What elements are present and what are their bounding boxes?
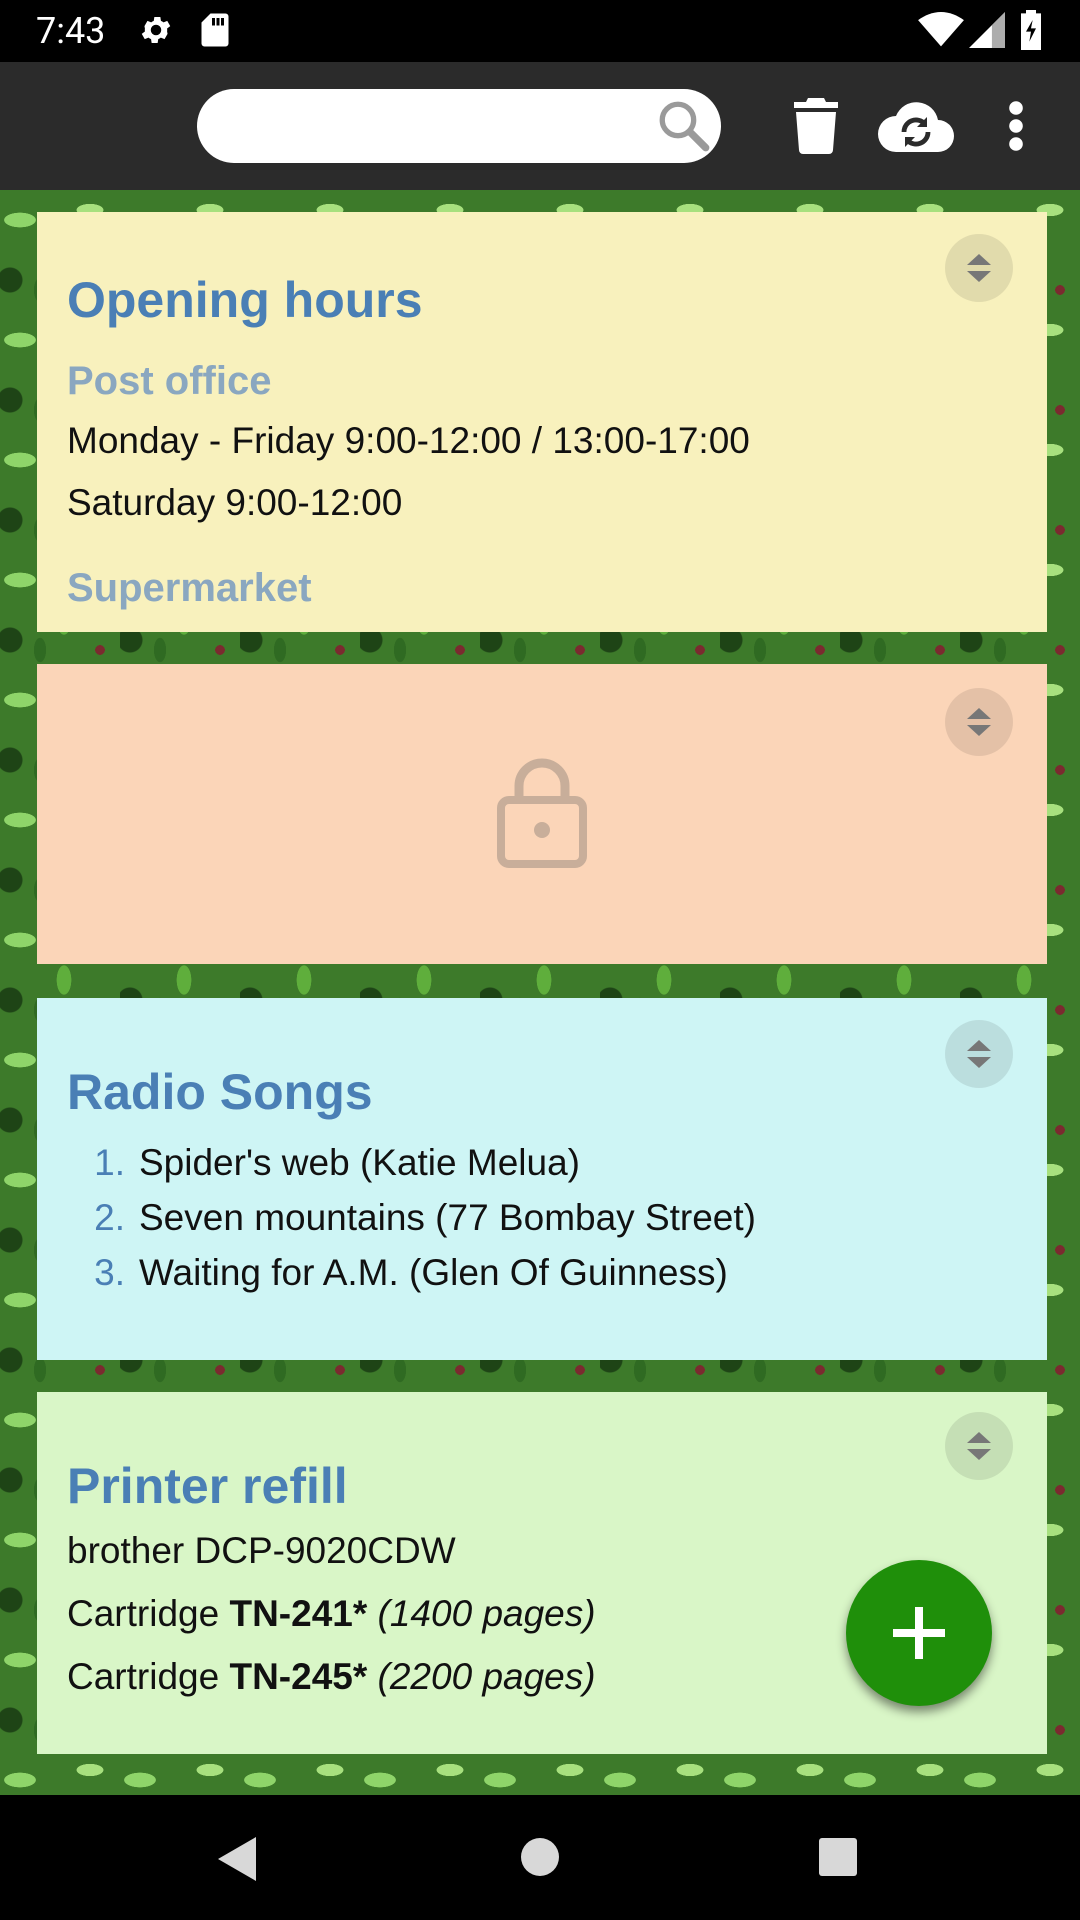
note-subtitle: Supermarket	[67, 566, 312, 610]
drag-handle[interactable]	[945, 1020, 1013, 1088]
note-card-locked[interactable]	[37, 664, 1047, 964]
list-item: 1. Spider's web (Katie Melua)	[67, 1140, 580, 1186]
drag-handle[interactable]	[945, 1412, 1013, 1480]
list-text: Waiting for A.M. (Glen Of Guinness)	[139, 1252, 728, 1293]
recents-icon[interactable]	[818, 1837, 858, 1877]
more-vert-icon	[1009, 101, 1023, 151]
note-text-line: brother DCP-9020CDW	[67, 1530, 456, 1571]
status-bar: 7:43	[0, 0, 1080, 62]
list-item: 2. Seven mountains (77 Bombay Street)	[67, 1195, 756, 1241]
note-title: Radio Songs	[67, 1064, 373, 1120]
note-text-line: Cartridge TN-245* (2200 pages)	[67, 1654, 596, 1700]
home-icon[interactable]	[520, 1837, 560, 1877]
cloud-sync-icon	[878, 102, 954, 152]
cartridge-label: Cartridge	[67, 1656, 220, 1697]
reorder-icon	[967, 708, 991, 736]
note-title: Opening hours	[67, 272, 423, 328]
search-input[interactable]	[221, 101, 625, 153]
back-icon[interactable]	[214, 1835, 258, 1883]
reorder-icon	[967, 254, 991, 282]
status-time: 7:43	[36, 10, 106, 52]
more-options-button[interactable]	[996, 62, 1036, 190]
list-number: 1.	[94, 1142, 125, 1183]
lock-icon	[497, 758, 587, 868]
reorder-icon	[967, 1432, 991, 1460]
note-text-line: Saturday 9:00-12:00	[67, 482, 403, 523]
sd-card-icon	[201, 13, 229, 47]
cartridge-pages: (1400 pages)	[377, 1593, 596, 1634]
note-subtitle: Post office	[67, 359, 272, 403]
cartridge-pages: (2200 pages)	[377, 1656, 596, 1697]
list-number: 2.	[94, 1197, 125, 1238]
battery-icon	[1021, 10, 1041, 50]
reorder-icon	[967, 1040, 991, 1068]
note-title: Printer refill	[67, 1458, 348, 1514]
list-item: 3. Waiting for A.M. (Glen Of Guinness)	[67, 1250, 728, 1296]
toolbar	[0, 62, 1080, 190]
search-icon[interactable]	[655, 97, 713, 155]
cartridge-label: Cartridge	[67, 1593, 220, 1634]
list-text: Seven mountains (77 Bombay Street)	[139, 1197, 756, 1238]
trash-icon	[794, 98, 838, 154]
cloud-sync-button[interactable]	[876, 62, 956, 190]
drag-handle[interactable]	[945, 688, 1013, 756]
note-text-line: Cartridge TN-241* (1400 pages)	[67, 1591, 596, 1637]
note-card-radio-songs[interactable]: Radio Songs 1. Spider's web (Katie Melua)…	[37, 998, 1047, 1360]
gear-icon	[141, 16, 171, 44]
add-note-button[interactable]	[846, 1560, 992, 1706]
drag-handle[interactable]	[945, 234, 1013, 302]
plus-icon	[893, 1607, 945, 1659]
delete-button[interactable]	[788, 62, 844, 190]
navigation-bar	[0, 1795, 1080, 1920]
list-number: 3.	[94, 1252, 125, 1293]
notes-list[interactable]: Opening hours Post office Monday - Frida…	[0, 190, 1080, 1795]
note-text-line: Monday - Friday 9:00-12:00 / 13:00-17:00	[67, 420, 750, 461]
search-box[interactable]	[197, 89, 721, 163]
signal-icon	[969, 12, 1005, 48]
list-text: Spider's web (Katie Melua)	[139, 1142, 580, 1183]
cartridge-code: TN-241*	[229, 1593, 368, 1634]
cartridge-code: TN-245*	[229, 1656, 368, 1697]
note-card-opening-hours[interactable]: Opening hours Post office Monday - Frida…	[37, 212, 1047, 632]
wifi-icon	[918, 12, 964, 47]
